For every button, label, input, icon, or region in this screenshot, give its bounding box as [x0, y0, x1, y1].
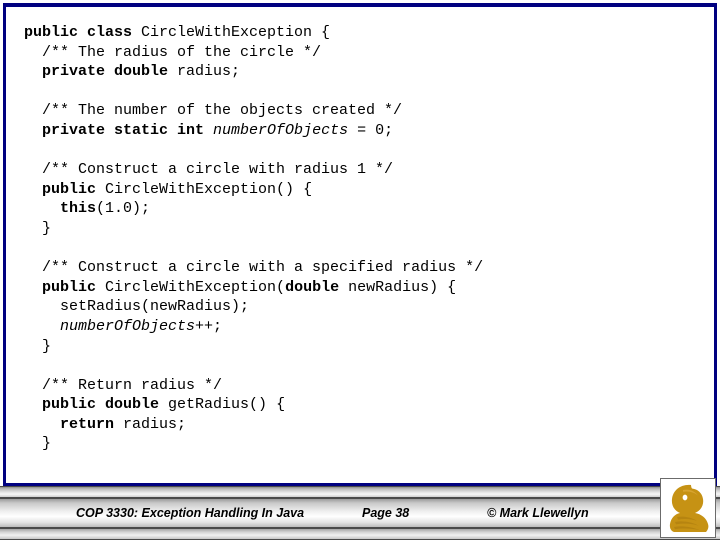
pegasus-icon: [661, 479, 715, 537]
code-line: public CircleWithException() {: [24, 180, 708, 200]
code-line: private double radius;: [24, 62, 708, 82]
code-token: this: [60, 200, 97, 218]
code-line: numberOfObjects++;: [24, 317, 708, 337]
slide: public class CircleWithException { /** T…: [0, 0, 720, 540]
code-line: /** Construct a circle with radius 1 */: [24, 160, 708, 180]
code-token: private static int: [42, 121, 214, 139]
java-code-block: public class CircleWithException { /** T…: [24, 23, 708, 479]
code-line: }: [24, 219, 708, 239]
code-line: setRadius(newRadius);: [24, 297, 708, 317]
code-token: newRadius) {: [348, 278, 457, 296]
code-token: /** Return radius */: [24, 376, 223, 394]
code-line: /** Return radius */: [24, 376, 708, 396]
code-token: }: [24, 435, 52, 453]
code-token: = 0;: [348, 121, 394, 139]
code-line: /** Construct a circle with a specified …: [24, 258, 708, 278]
code-token: public class: [24, 24, 142, 41]
code-token: CircleWithException() {: [105, 180, 313, 198]
ucf-pegasus-logo: [660, 478, 716, 538]
code-token: private double: [42, 63, 178, 81]
code-line: return radius;: [24, 415, 708, 435]
code-line: public CircleWithException(double newRad…: [24, 278, 708, 298]
code-token: public: [42, 278, 106, 296]
code-line: private static int numberOfObjects = 0;: [24, 121, 708, 141]
code-token: /** Construct a circle with radius 1 */: [24, 161, 394, 179]
code-token: public: [42, 180, 106, 198]
code-token: numberOfObjects: [213, 121, 349, 139]
code-token: double: [285, 278, 349, 296]
code-line: }: [24, 434, 708, 454]
code-token: CircleWithException(: [105, 278, 286, 296]
footer-bar-bottom: [0, 528, 720, 540]
code-token: (1.0);: [96, 200, 151, 218]
code-token: /** The radius of the circle */: [24, 43, 322, 61]
footer-page-number: Page 38: [362, 506, 410, 520]
code-token: return: [60, 415, 124, 433]
code-token: radius;: [123, 415, 187, 433]
code-line: public double getRadius() {: [24, 395, 708, 415]
code-line: /** The number of the objects created */: [24, 101, 708, 121]
code-line: }: [24, 337, 708, 357]
footer-copyright: © Mark Llewellyn: [487, 506, 589, 520]
code-token: CircleWithException {: [141, 24, 331, 41]
footer-course-label: COP 3330: Exception Handling In Java: [76, 506, 305, 520]
code-token: /** Construct a circle with a specified …: [24, 259, 484, 277]
code-token: public double: [42, 396, 169, 414]
code-line: /** The radius of the circle */: [24, 43, 708, 63]
footer-bar-top: [0, 486, 720, 498]
code-token: getRadius() {: [168, 396, 286, 414]
footer-text-row: COP 3330: Exception Handling In Java Pag…: [0, 498, 720, 528]
slide-content-frame: public class CircleWithException { /** T…: [3, 3, 717, 486]
code-token: }: [24, 219, 52, 237]
code-token: /** The number of the objects created */: [24, 102, 403, 120]
code-line: public class CircleWithException {: [24, 23, 708, 43]
code-token: }: [24, 337, 52, 355]
code-token: setRadius(newRadius);: [24, 298, 250, 316]
slide-footer: COP 3330: Exception Handling In Java Pag…: [0, 486, 720, 540]
code-token: ++;: [195, 317, 223, 335]
code-token: numberOfObjects: [60, 317, 196, 335]
code-token: radius;: [177, 63, 241, 81]
code-line: this(1.0);: [24, 199, 708, 219]
